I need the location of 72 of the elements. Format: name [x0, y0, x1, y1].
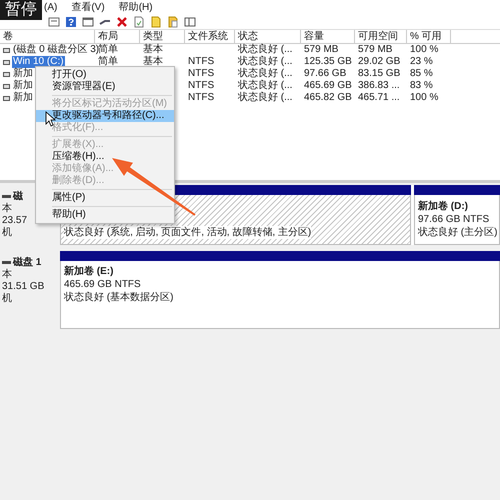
menu-option[interactable]: 压缩卷(H)...: [36, 151, 174, 163]
table-cell: 状态良好 (...: [238, 92, 292, 104]
table-cell-text: 基本: [143, 44, 163, 56]
document-icon[interactable]: [133, 16, 145, 28]
column-header[interactable]: 可用空间: [355, 30, 407, 43]
column-header[interactable]: 文件系统: [185, 30, 235, 43]
table-cell: 386.83 ...: [358, 80, 400, 92]
table-cell: 465.71 ...: [358, 92, 400, 104]
volume-name[interactable]: 新加: [12, 68, 34, 80]
partition-info: 状态良好 (基本数据分区): [64, 291, 174, 304]
disk-info: 本: [2, 203, 12, 215]
partition-info: 465.69 GB NTFS: [64, 278, 142, 291]
table-cell: 基本: [143, 56, 163, 68]
partition[interactable]: 新加卷 (E:) 465.69 GB NTFS 状态良好 (基本数据分区): [60, 261, 500, 329]
partition[interactable]: 新加卷 (D:) 97.66 GB NTFS 状态良好 (主分区): [414, 195, 500, 245]
table-cell: NTFS: [188, 80, 214, 92]
disk-info: 机: [2, 293, 12, 305]
partition-info: 97.66 GB NTFS: [418, 213, 490, 226]
table-cell: 23 %: [410, 56, 433, 68]
partition-title: 新加卷 (E:): [64, 265, 114, 278]
pause-label: 暂停: [0, 0, 42, 20]
table-cell: 83 %: [410, 80, 433, 92]
list-icon[interactable]: [48, 16, 60, 28]
table-cell-text: 状态良好 (...: [238, 44, 292, 56]
help-icon[interactable]: [65, 16, 77, 28]
table-cell-text: 状态良好 (...: [238, 80, 292, 92]
table-cell: 97.66 GB: [304, 68, 346, 80]
table-cell: 83.15 GB: [358, 68, 400, 80]
menu-option[interactable]: 资源管理器(E): [36, 81, 174, 93]
volume-name[interactable]: 新加: [12, 92, 34, 104]
delete-icon[interactable]: [116, 16, 128, 28]
table-cell: 100 %: [410, 92, 438, 104]
table-cell: NTFS: [188, 56, 214, 68]
table-cell: 29.02 GB: [358, 56, 400, 68]
disk-info: 23.57: [2, 215, 28, 226]
table-cell: 85 %: [410, 68, 433, 80]
panel-icon[interactable]: [82, 16, 94, 28]
disk-name: 磁: [13, 190, 23, 203]
table-cell: 125.35 GB: [304, 56, 352, 68]
volume-name[interactable]: Win 10 (C:): [12, 56, 65, 68]
volume-name[interactable]: 新加: [12, 80, 34, 92]
table-cell: NTFS: [188, 92, 214, 104]
disk-name: 磁盘 1: [13, 256, 42, 269]
column-header[interactable]: 布局: [95, 30, 140, 43]
document-icon[interactable]: [167, 16, 179, 28]
partition-info: 状态良好 (主分区): [418, 226, 496, 239]
table-cell: 100 %: [410, 44, 438, 56]
partition-title: 新加卷 (D:): [418, 200, 469, 213]
table-cell: 579 MB: [358, 44, 392, 56]
table-cell: 579 MB: [304, 44, 338, 56]
menu-item[interactable]: 帮助(H): [118, 0, 153, 14]
table-cell-text: 状态良好 (...: [238, 68, 292, 80]
menu-item[interactable]: (A): [44, 2, 58, 12]
table-cell: NTFS: [188, 68, 214, 80]
partition-info: 状态良好 (系统, 启动, 页面文件, 活动, 故障转储, 主分区): [64, 226, 312, 239]
window-icon[interactable]: [184, 16, 196, 28]
column-header[interactable]: 类型: [140, 30, 185, 43]
column-header[interactable]: 状态: [235, 30, 301, 43]
menu-option[interactable]: 打开(O): [36, 69, 174, 81]
table-cell: 简单: [98, 56, 118, 68]
column-header[interactable]: 容量: [301, 30, 355, 43]
disk-info: 机: [2, 227, 12, 239]
table-cell: 465.82 GB: [304, 92, 352, 104]
menu-option[interactable]: 更改驱动器号和路径(C)...: [36, 110, 174, 122]
table-cell-text: 状态良好 (...: [238, 56, 292, 68]
disk-info: 本: [2, 269, 12, 281]
table-cell: 465.69 GB: [304, 80, 352, 92]
disk-info: 31.51 GB: [2, 281, 44, 292]
column-header[interactable]: 卷: [0, 30, 95, 43]
menu-item[interactable]: 查看(V): [71, 0, 105, 14]
column-header[interactable]: % 可用: [407, 30, 451, 43]
table-cell-text: 简单: [98, 44, 118, 56]
